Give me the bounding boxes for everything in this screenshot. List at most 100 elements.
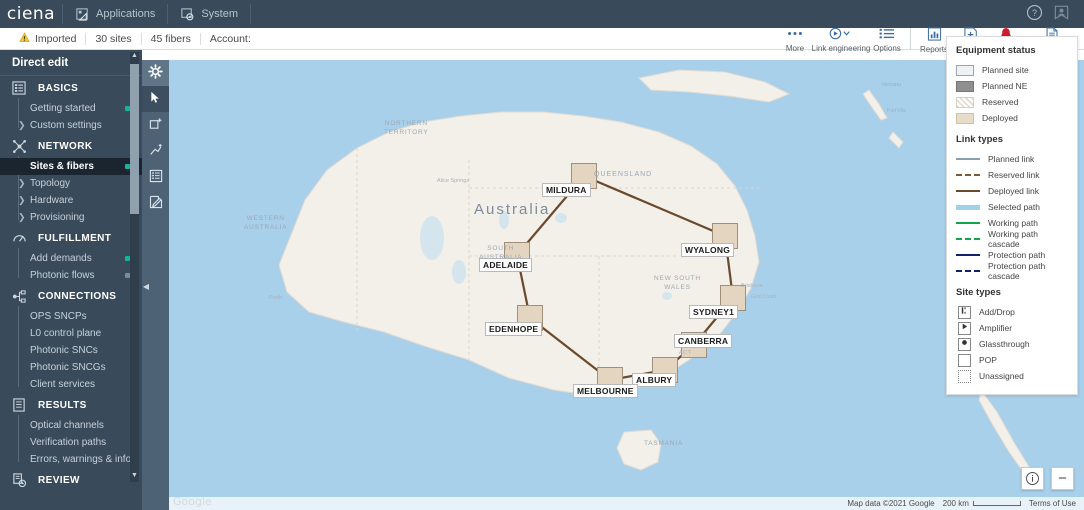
sidebar-group-header-basics[interactable]: BASICS [0,76,142,100]
map-region-label: WESTERN AUSTRALIA [244,215,288,231]
sidebar-group-header-review[interactable]: REVIEW [0,468,142,492]
user-account-icon[interactable] [1053,4,1070,24]
legend-label: Deployed [982,113,1018,123]
sidebar-item-verification-paths[interactable]: Verification paths [0,434,142,451]
legend-line-sample [956,270,980,272]
map-region-label: SOUTH AUSTRALIA [479,245,523,261]
scroll-down-arrow[interactable]: ▼ [130,472,139,482]
legend-row: Selected path [956,199,1068,215]
options-button[interactable]: Options [869,26,905,53]
map-site-label[interactable]: MELBOURNE [573,384,638,398]
chevron-right-icon: ❯ [18,120,26,130]
sidebar-item-label: Photonic SNCGs [30,362,106,373]
legend-site-swatch [958,321,971,335]
map-info-button[interactable] [1021,467,1044,490]
top-navigation-bar: ciena Applications System ? [0,0,1084,28]
collapse-panel-handle[interactable]: ◀ [142,275,150,297]
legend-line-sample [956,204,980,210]
add-site-tool[interactable] [142,112,169,138]
more-button[interactable]: More [777,26,813,53]
sidebar-item-label: OPS SNCPs [30,311,87,322]
ellipsis-icon [786,27,804,42]
fulfillment-gauge-icon [8,231,30,246]
sidebar-item-topology[interactable]: ❯ Topology [0,175,142,192]
map-site-label[interactable]: SYDNEY1 [689,305,739,319]
map-site-label[interactable]: WYALONG [681,243,735,257]
sidebar-group-header-network[interactable]: NETWORK [0,134,142,158]
legend-row: POP [956,352,1068,368]
sidebar-group-results: RESULTS Optical channels Verification path… [0,393,142,468]
edit-tool[interactable] [142,190,169,216]
map-region-label: Alice Springs [437,178,470,184]
map-site-label[interactable]: EDENHOPE [485,322,543,336]
sidebar-item-provisioning[interactable]: ❯ Provisioning [0,209,142,226]
map-region-label: QUEENSLAND [594,171,653,178]
legend-row: Unassigned [956,368,1068,384]
legend-row: Protection path cascade [956,261,1068,281]
legend-row: Planned link [956,151,1068,167]
sidebar-scrollbar[interactable]: ▲ ▼ [130,52,139,482]
sidebar-item-add-demands[interactable]: Add demands [0,250,142,267]
legend-site-swatch [958,353,971,367]
legend-site-swatch [958,369,971,383]
sidebar-scrollbar-thumb[interactable] [130,64,139,214]
legend-row: Planned site [956,62,1068,78]
sidebar-item-client-services[interactable]: Client services [0,376,142,393]
warning-icon [19,31,30,46]
toolbar-separator [910,28,911,50]
gear-icon [148,64,163,82]
map-terms-link[interactable]: Terms of Use [1029,499,1076,508]
sidebar-item-label: Hardware [30,195,74,206]
map-scale-rule [972,501,1021,506]
map-site-label[interactable]: MILDURA [542,183,591,197]
scroll-up-arrow[interactable]: ▲ [130,52,139,62]
map-site-label[interactable]: CANBERRA [674,334,733,348]
map-site-label[interactable]: ALBURY [632,373,677,387]
sidebar-item-custom-settings[interactable]: ❯ Custom settings [0,117,142,134]
sidebar-group-label: BASICS [38,82,79,94]
status-sites: 30 sites [86,32,142,45]
topbar-label-applications: Applications [96,8,156,20]
map-region-label: NEW SOUTH WALES [654,275,701,291]
map-zoom-out-button[interactable]: − [1051,467,1074,490]
connections-icon [8,289,30,304]
chevron-right-icon: ❯ [18,212,26,222]
sidebar-item-photonic-flows[interactable]: Photonic flows [0,267,142,284]
sidebar-item-getting-started[interactable]: Getting started [0,100,142,117]
add-link-tool[interactable] [142,138,169,164]
map-region-label: Port Vila [887,108,906,114]
legend-label: Planned link [988,154,1035,164]
sidebar-item-optical-channels[interactable]: Optical channels [0,417,142,434]
topbar-item-applications[interactable]: Applications [63,0,167,28]
table-view-tool[interactable] [142,164,169,190]
legend-label: Working path cascade [988,229,1038,249]
sidebar-group-connections: CONNECTIONS OPS SNCPs L0 control plane Phot… [0,284,142,393]
link-engineering-button[interactable]: Link engineering [812,26,870,53]
sidebar-item-label: L0 control plane [30,328,102,339]
ciena-logo[interactable]: ciena [0,0,62,28]
sidebar-item-label: Verification paths [30,437,107,448]
settings-gear-tool[interactable] [142,60,169,86]
more-label: More [785,44,805,53]
sidebar-group-header-connections[interactable]: CONNECTIONS [0,284,142,308]
basics-list-icon [8,81,30,95]
sidebar-item-photonic-sncs[interactable]: Photonic SNCs [0,342,142,359]
sidebar-group-basics: BASICS Getting started ❯ Custom settings [0,76,142,134]
sidebar-item-errors-warnings-info[interactable]: Errors, warnings & info [0,451,142,468]
topbar-item-system[interactable]: System [168,0,250,28]
sidebar-group-header-fulfillment[interactable]: FULFILLMENT [0,226,142,250]
sidebar-item-photonic-sncgs[interactable]: Photonic SNCGs [0,359,142,376]
select-pointer-tool[interactable] [142,86,169,112]
legend-line-sample [956,190,980,192]
legend-label: POP [979,355,997,365]
sidebar-group-header-results[interactable]: RESULTS [0,393,142,417]
sidebar-item-sites-fibers[interactable]: Sites & fibers [0,158,142,175]
sidebar-item-ops-sncps[interactable]: OPS SNCPs [0,308,142,325]
map-scale-label: 200 km [942,499,969,508]
help-icon[interactable]: ? [1026,4,1043,24]
legend-label: Unassigned [979,371,1024,381]
map-scale: 200 km [943,499,1021,508]
sidebar-item-l0-control-plane[interactable]: L0 control plane [0,325,142,342]
legend-line-sample [956,174,980,176]
sidebar-item-hardware[interactable]: ❯ Hardware [0,192,142,209]
